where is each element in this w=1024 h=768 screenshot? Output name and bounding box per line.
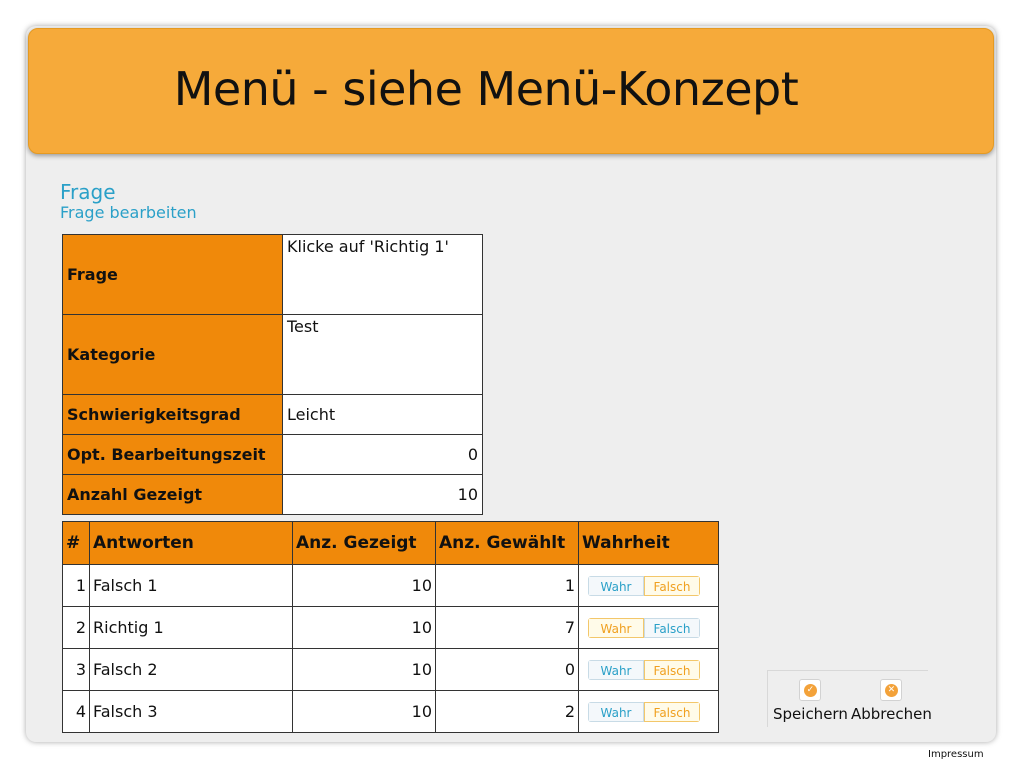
column-header-index: # [62,521,90,565]
row-index: 1 [62,564,90,607]
truth-cell: Wahr Falsch [578,690,719,733]
schwierigkeit-field[interactable]: Leicht [282,394,483,435]
column-header-wahrheit: Wahrheit [578,521,719,565]
falsch-option[interactable]: Falsch [644,659,700,680]
falsch-option[interactable]: Falsch [644,701,700,722]
question-details-table: Frage Klicke auf 'Richtig 1' Kategorie T… [62,234,483,515]
answer-shown-count: 10 [292,564,436,607]
wahr-option[interactable]: Wahr [588,659,644,680]
frage-field[interactable]: Klicke auf 'Richtig 1' [282,234,483,315]
answer-shown-count: 10 [292,690,436,733]
save-button-label: Speichern [773,705,848,723]
answer-chosen-count: 2 [435,690,579,733]
column-header-antworten: Antworten [89,521,293,565]
page-subtitle: Frage bearbeiten [60,203,197,222]
anzahl-gezeigt-label: Anzahl Gezeigt [62,474,283,515]
table-row: 2 Richtig 1 10 7 Wahr Falsch [62,606,719,649]
truth-cell: Wahr Falsch [578,564,719,607]
kategorie-label: Kategorie [62,314,283,395]
answer-text[interactable]: Richtig 1 [89,606,293,649]
close-icon: ✕ [880,679,903,701]
anzahl-gezeigt-value: 10 [282,474,483,515]
bearbeitungszeit-label: Opt. Bearbeitungszeit [62,434,283,475]
row-index: 3 [62,648,90,691]
row-index: 2 [62,606,90,649]
kategorie-field[interactable]: Test [282,314,483,395]
cancel-button-label: Abbrechen [851,705,932,723]
answer-text[interactable]: Falsch 1 [89,564,293,607]
answer-text[interactable]: Falsch 2 [89,648,293,691]
answer-chosen-count: 0 [435,648,579,691]
table-row: 4 Falsch 3 10 2 Wahr Falsch [62,690,719,733]
impressum-link[interactable]: Impressum [928,749,984,760]
page-title: Frage [60,180,116,204]
answer-chosen-count: 7 [435,606,579,649]
check-icon: ✓ [799,679,822,701]
truth-cell: Wahr Falsch [578,606,719,649]
frage-label: Frage [62,234,283,315]
truth-cell: Wahr Falsch [578,648,719,691]
truth-toggle: Wahr Falsch [588,575,700,596]
column-header-gewaehlt: Anz. Gewählt [435,521,579,565]
wahr-option[interactable]: Wahr [588,617,644,638]
answer-text[interactable]: Falsch 3 [89,690,293,733]
menu-title: Menü - siehe Menü-Konzept [173,62,799,116]
save-button[interactable]: ✓ Speichern [773,679,848,723]
row-index: 4 [62,690,90,733]
table-row: 1 Falsch 1 10 1 Wahr Falsch [62,564,719,607]
falsch-option[interactable]: Falsch [644,575,700,596]
answer-shown-count: 10 [292,648,436,691]
falsch-option[interactable]: Falsch [644,617,700,638]
cancel-button[interactable]: ✕ Abbrechen [851,679,932,723]
action-panel: ✓ Speichern ✕ Abbrechen [767,670,932,727]
truth-toggle: Wahr Falsch [588,701,700,722]
wahr-option[interactable]: Wahr [588,575,644,596]
column-header-gezeigt: Anz. Gezeigt [292,521,436,565]
table-row: 3 Falsch 2 10 0 Wahr Falsch [62,648,719,691]
answer-chosen-count: 1 [435,564,579,607]
menu-bar: Menü - siehe Menü-Konzept [28,28,994,154]
answers-table: # Antworten Anz. Gezeigt Anz. Gewählt Wa… [62,521,719,733]
answer-shown-count: 10 [292,606,436,649]
schwierigkeit-label: Schwierigkeitsgrad [62,394,283,435]
truth-toggle: Wahr Falsch [588,617,700,638]
bearbeitungszeit-field[interactable]: 0 [282,434,483,475]
truth-toggle: Wahr Falsch [588,659,700,680]
wahr-option[interactable]: Wahr [588,701,644,722]
